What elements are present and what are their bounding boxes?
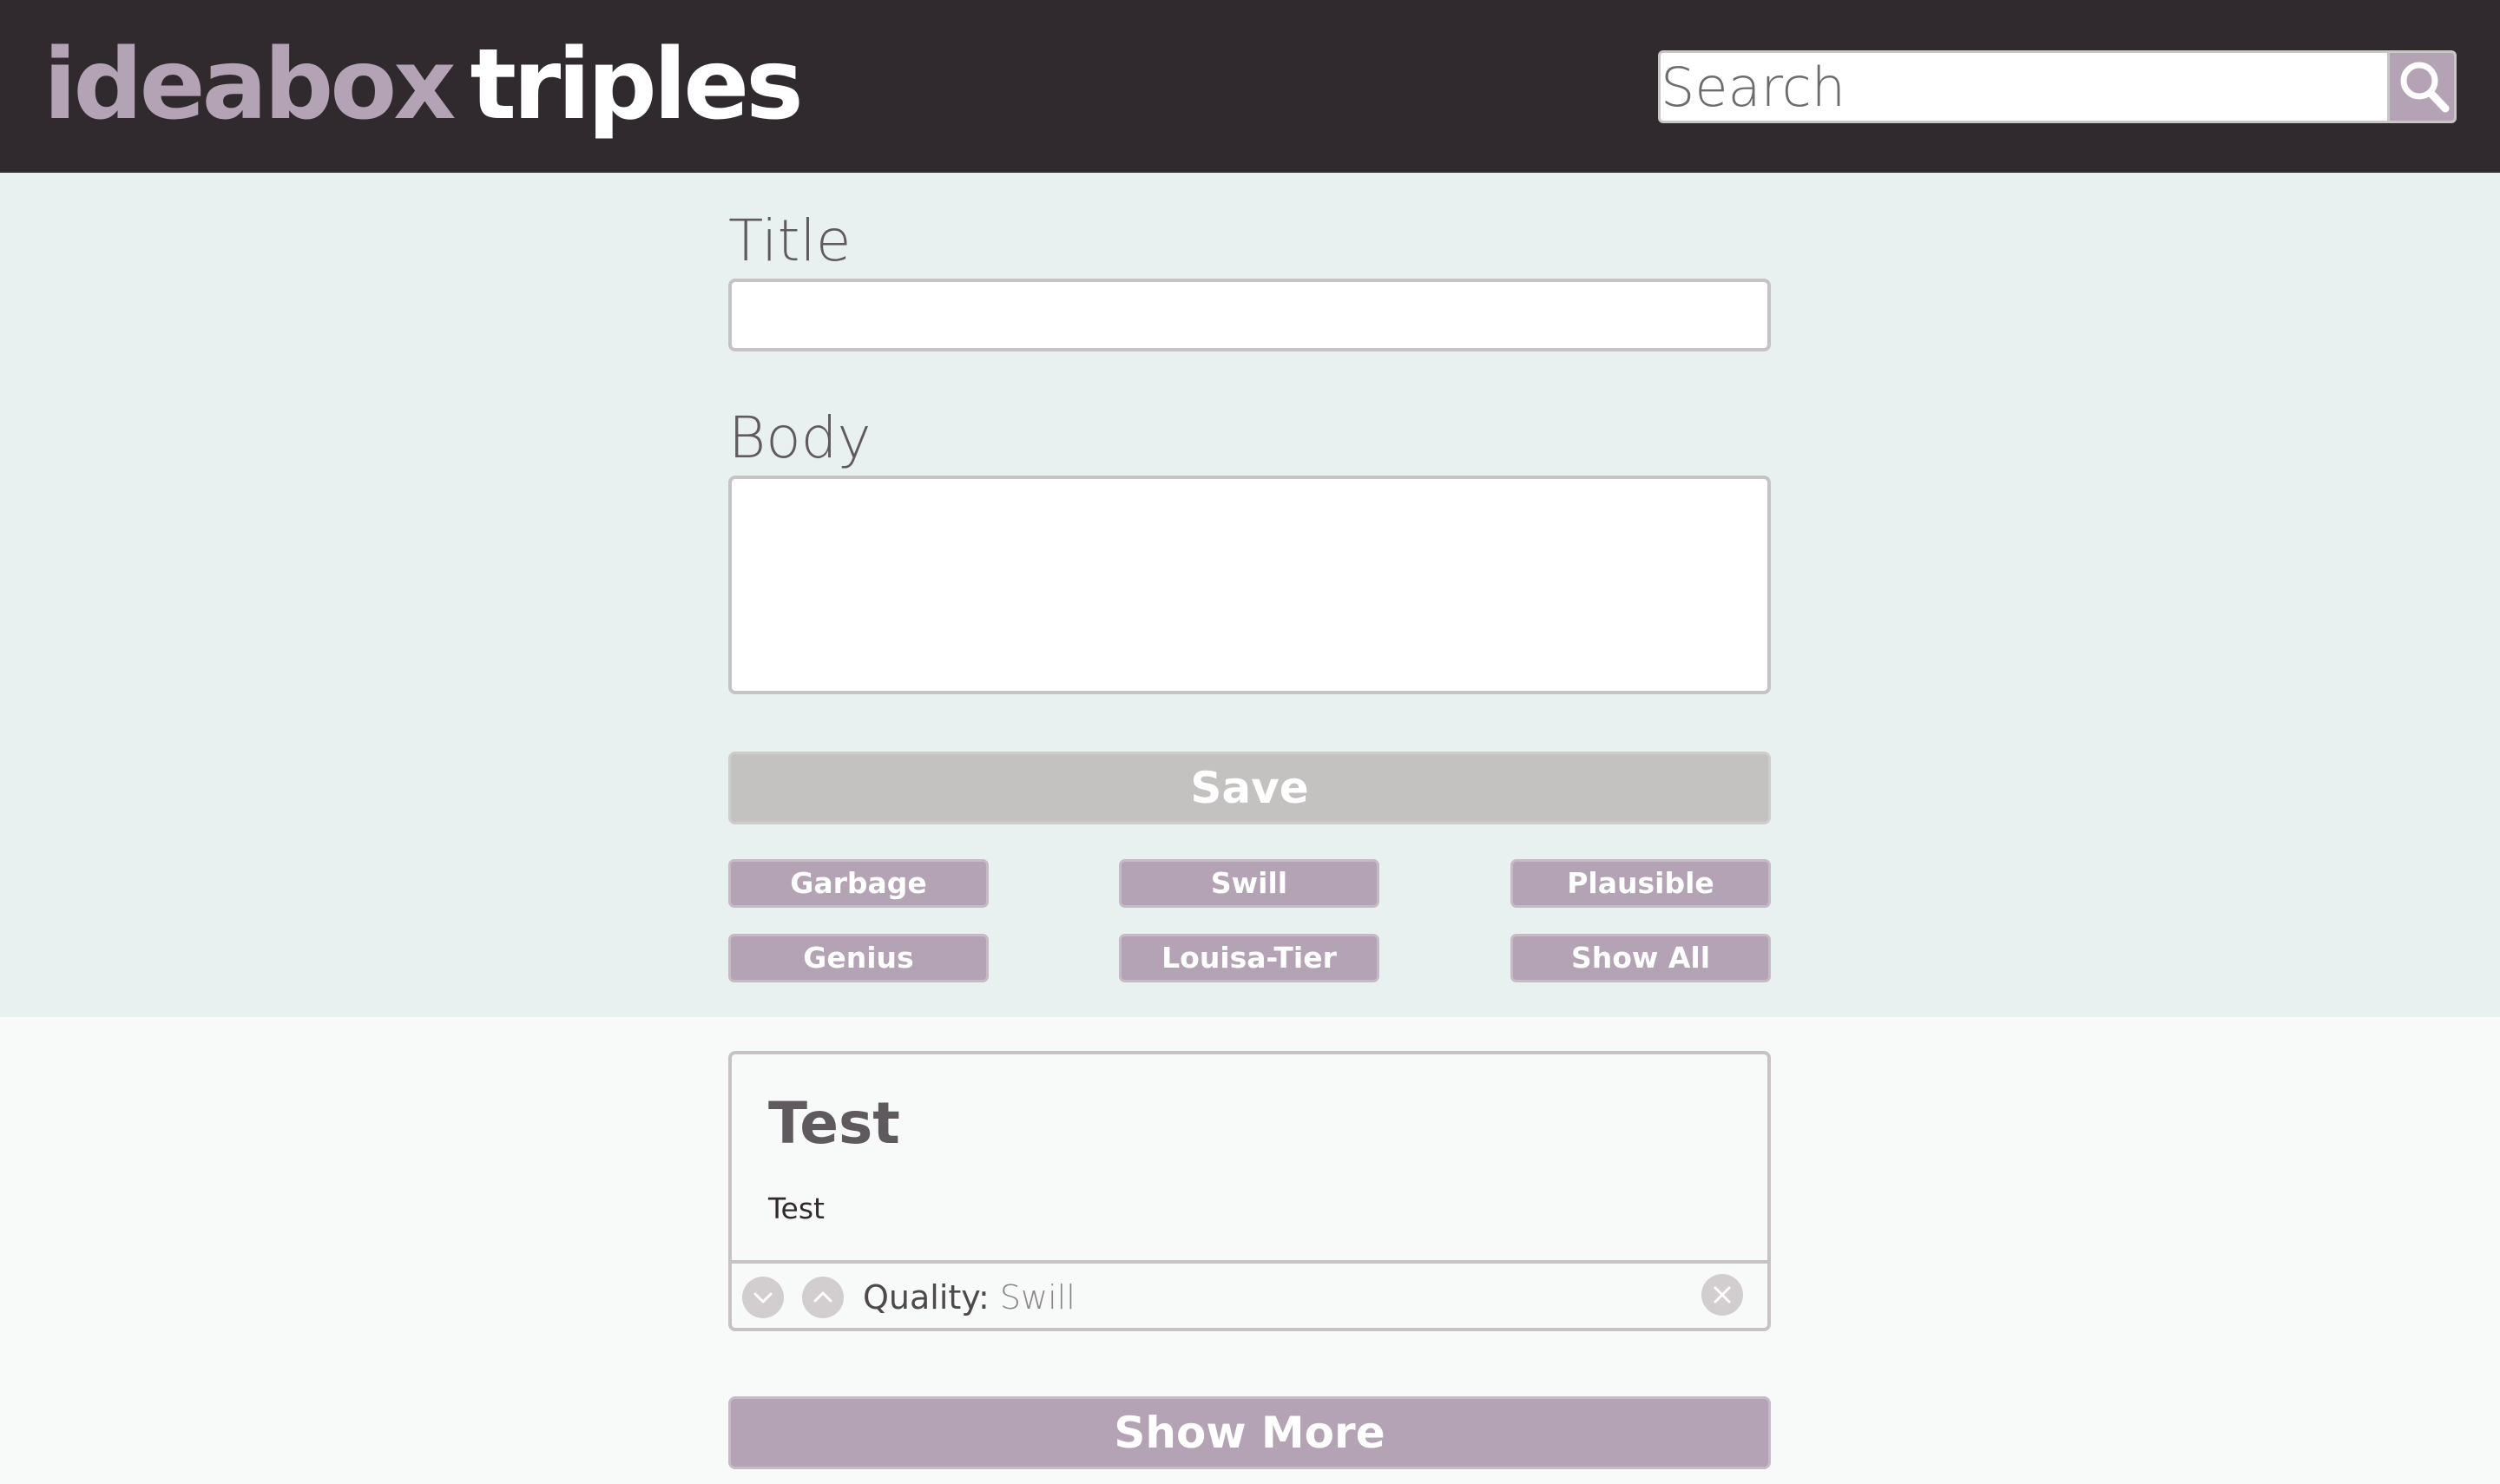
- idea-body[interactable]: Test: [768, 1192, 825, 1226]
- app-logo: ideabox triples: [43, 24, 804, 146]
- filter-garbage-button[interactable]: Garbage: [728, 859, 989, 908]
- quality-indicator: Quality: Swill: [863, 1277, 1076, 1317]
- filter-swill-button[interactable]: Swill: [1119, 859, 1379, 908]
- idea-title[interactable]: Test: [768, 1089, 900, 1159]
- delete-button[interactable]: [1701, 1274, 1743, 1316]
- app-header: ideabox triples: [0, 0, 2500, 173]
- chevron-down-icon: [753, 1292, 773, 1303]
- title-label: Title: [728, 207, 852, 274]
- idea-card-footer: Quality: Swill: [732, 1260, 1767, 1328]
- logo-second-word: triples: [470, 29, 803, 141]
- search-icon: [2400, 62, 2450, 113]
- logo-first-word: ideabox: [43, 29, 456, 141]
- search-button[interactable]: [2387, 53, 2454, 121]
- body-label: Body: [728, 404, 872, 471]
- filter-genius-button[interactable]: Genius: [728, 934, 989, 982]
- search-input[interactable]: [1661, 53, 2387, 121]
- search-bar: [1658, 50, 2457, 123]
- filter-louisa-tier-button[interactable]: Louisa-Tier: [1119, 934, 1379, 982]
- quality-value: Swill: [999, 1278, 1076, 1317]
- upvote-button[interactable]: [802, 1277, 844, 1318]
- show-more-button[interactable]: Show More: [728, 1396, 1771, 1469]
- close-icon: [1714, 1286, 1731, 1303]
- filter-show-all-button[interactable]: Show All: [1510, 934, 1771, 982]
- idea-form: Title Body Save Garbage Swill Plausible …: [0, 173, 2500, 1017]
- save-button[interactable]: Save: [728, 752, 1771, 824]
- filter-plausible-button[interactable]: Plausible: [1510, 859, 1771, 908]
- chevron-up-icon: [813, 1291, 832, 1303]
- title-input[interactable]: [728, 279, 1771, 351]
- quality-label: Quality:: [863, 1278, 990, 1317]
- body-input[interactable]: [728, 476, 1771, 694]
- idea-card: Test Test Quality: Swill: [728, 1051, 1771, 1331]
- downvote-button[interactable]: [742, 1277, 784, 1318]
